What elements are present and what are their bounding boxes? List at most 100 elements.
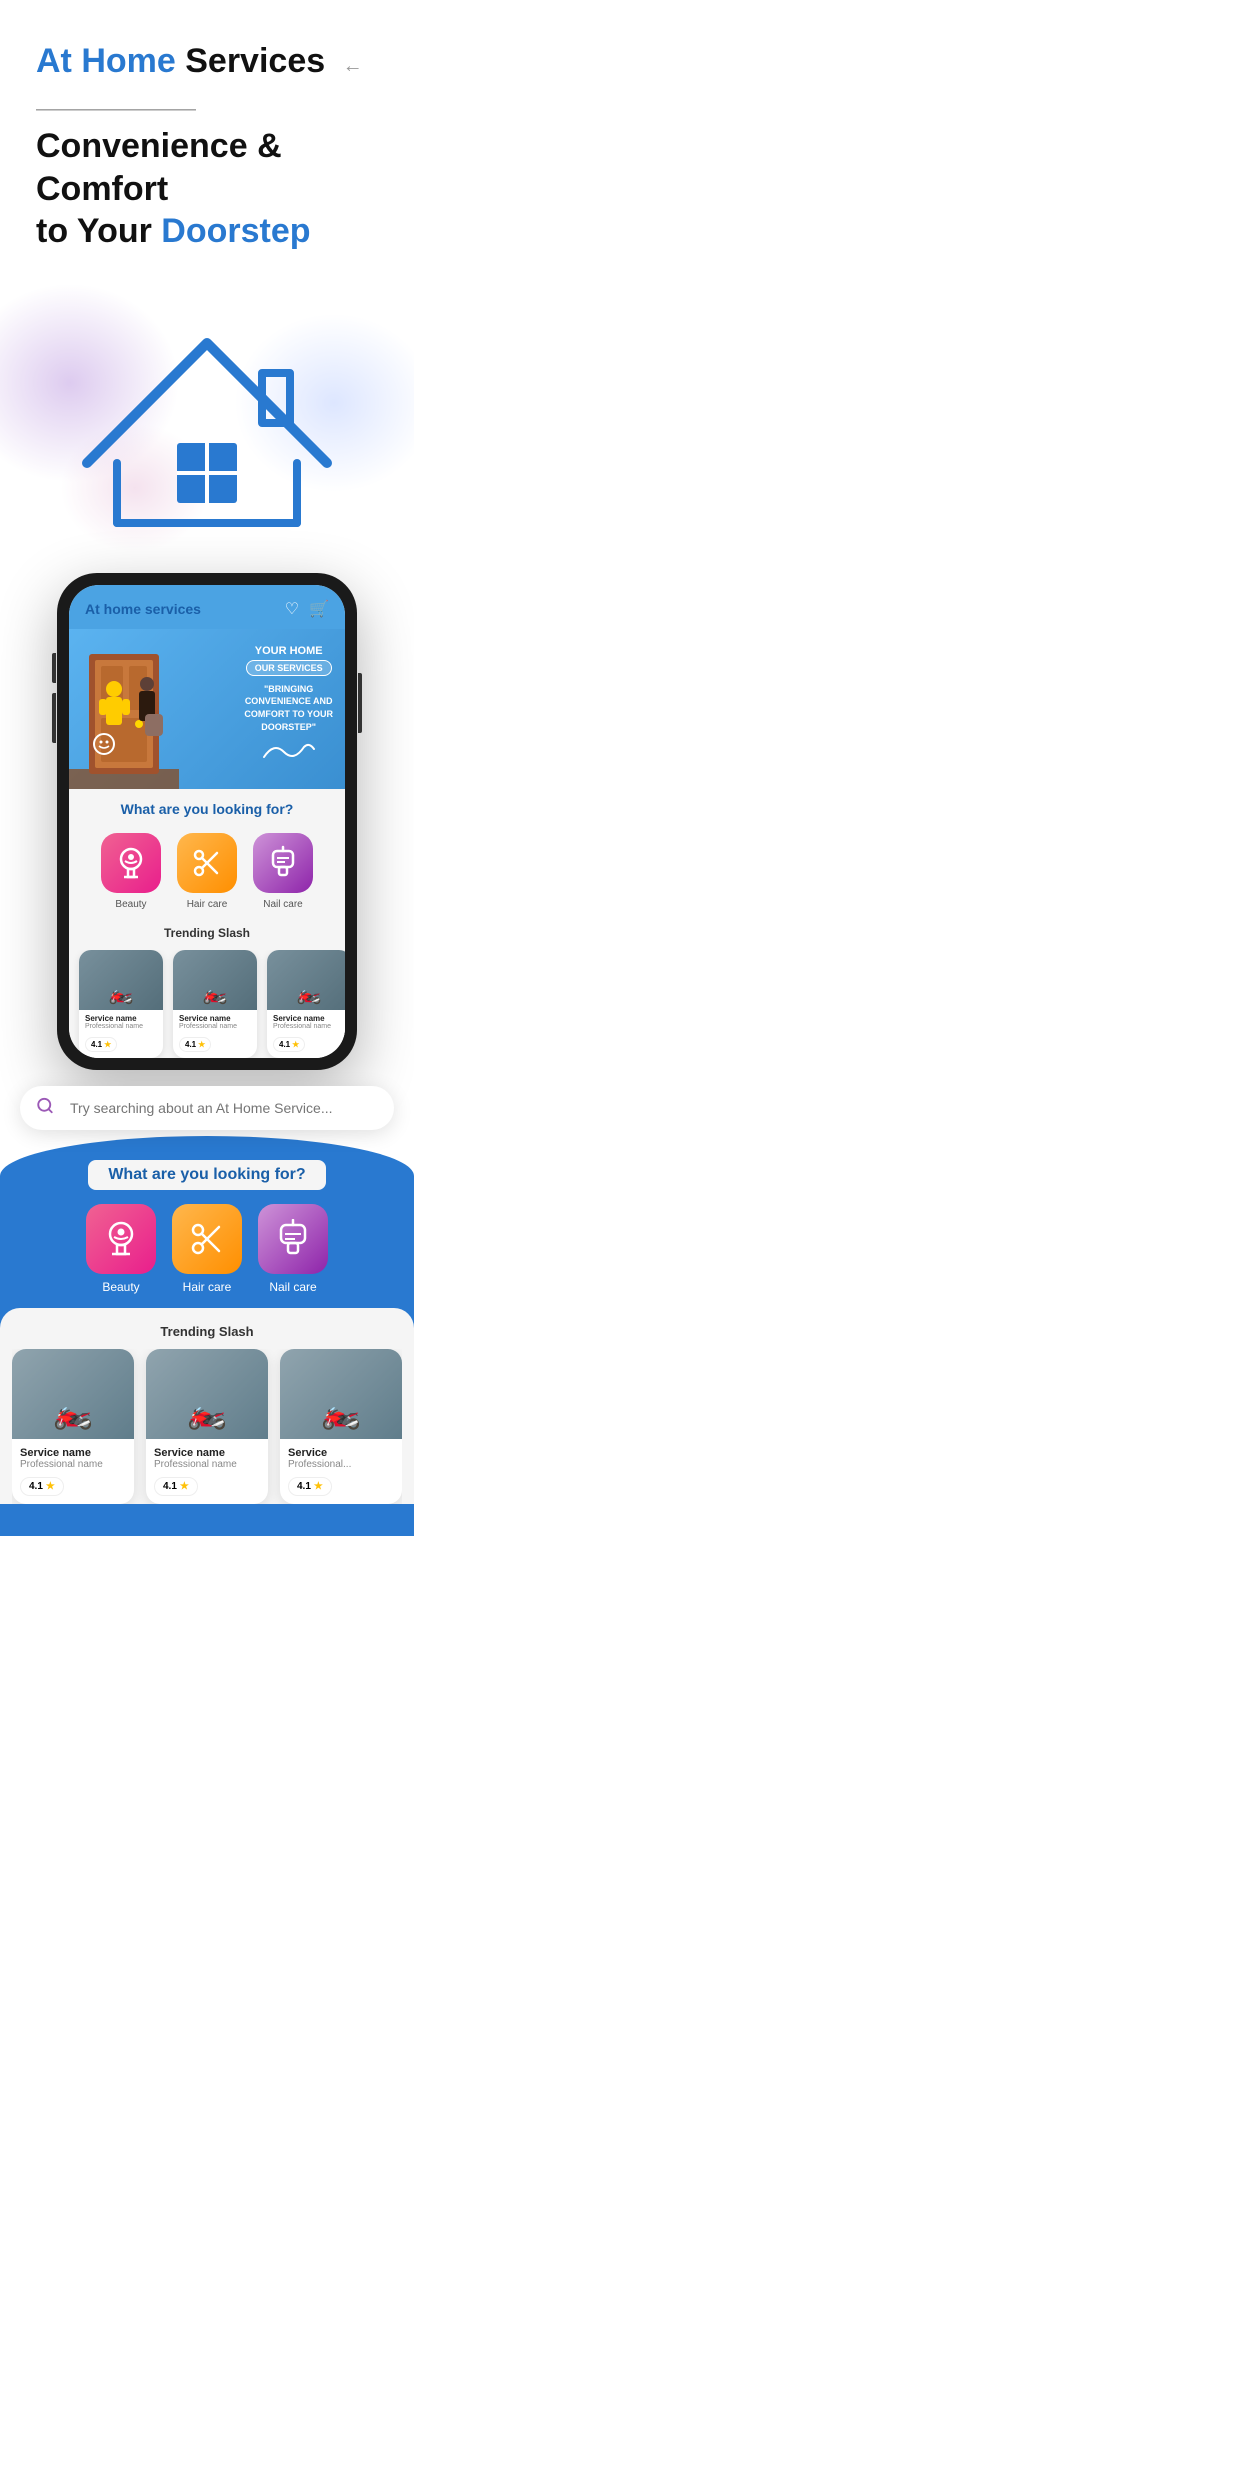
beauty-icon-box <box>101 833 161 893</box>
service-card-2[interactable]: Service name Professional name 4.1 ★ <box>173 950 257 1058</box>
our-services-text: OUR SERVICES <box>255 663 323 673</box>
cart-icon[interactable]: 🛒 <box>309 599 329 619</box>
service-card-info-2: Service name Professional name 4.1 ★ <box>173 1010 257 1058</box>
service-card-img-1 <box>79 950 163 1010</box>
full-card-name-1: Service name <box>20 1447 126 1459</box>
full-card-info-3: Service Professional... 4.1 ★ <box>280 1439 402 1504</box>
heart-icon[interactable]: ♡ <box>285 599 299 619</box>
full-cards-row: Service name Professional name 4.1 ★ Ser… <box>12 1349 402 1504</box>
trending-label: Trending Slash <box>69 926 345 940</box>
full-star-1: ★ <box>46 1481 55 1492</box>
your-home-text: YOUR HOME <box>244 645 333 657</box>
phone-side-left2 <box>52 693 56 743</box>
trending-section: Trending Slash Service name Professional… <box>0 1308 414 1504</box>
nail-icon-box <box>253 833 313 893</box>
search-icon <box>36 1096 54 1119</box>
hero-title-black3: to Your <box>36 212 161 250</box>
app-title: At home services <box>85 601 201 617</box>
hair-label: Hair care <box>187 899 228 910</box>
page-wrapper: At Home Services ←———————— Convenience &… <box>0 0 414 1536</box>
full-rating-1: 4.1 <box>29 1481 43 1492</box>
bottom-category-row: Beauty Hair care <box>0 1204 414 1294</box>
star-icon-3: ★ <box>292 1040 299 1049</box>
full-card-2[interactable]: Service name Professional name 4.1 ★ <box>146 1349 268 1504</box>
phone-section: At home services ♡ 🛒 <box>0 573 414 1070</box>
phone-screen: At home services ♡ 🛒 <box>69 585 345 1058</box>
phone-mockup: At home services ♡ 🛒 <box>57 573 357 1070</box>
search-section <box>0 1070 414 1146</box>
blob-area <box>0 273 414 593</box>
app-topbar-row: At home services ♡ 🛒 <box>85 599 329 629</box>
service-card-rating-3: 4.1 ★ <box>273 1037 305 1052</box>
bringing-text: "BRINGINGCONVENIENCE ANDCOMFORT TO YOURD… <box>244 683 333 733</box>
bottom-nail-label: Nail care <box>269 1280 316 1294</box>
app-topbar: At home services ♡ 🛒 <box>69 585 345 629</box>
service-card-1[interactable]: Service name Professional name 4.1 ★ <box>79 950 163 1058</box>
category-beauty[interactable]: Beauty <box>101 833 161 910</box>
app-banner: YOUR HOME OUR SERVICES "BRINGINGCONVENIE… <box>69 629 345 789</box>
phone-side-right <box>358 673 362 733</box>
hero-title-blue1: At Home <box>36 42 176 80</box>
bottom-hair-label: Hair care <box>183 1280 232 1294</box>
service-card-pro-3: Professional name <box>273 1023 345 1030</box>
full-star-3: ★ <box>314 1481 323 1492</box>
bottom-category-beauty[interactable]: Beauty <box>86 1204 156 1294</box>
hero-title-black1: Services <box>176 42 325 80</box>
service-card-img-2 <box>173 950 257 1010</box>
door-illustration <box>69 634 179 789</box>
full-card-1[interactable]: Service name Professional name 4.1 ★ <box>12 1349 134 1504</box>
bottom-beauty-box <box>86 1204 156 1274</box>
full-rating-3: 4.1 <box>297 1481 311 1492</box>
full-card-img-1 <box>12 1349 134 1439</box>
phone-side-left1 <box>52 653 56 683</box>
service-card-rating-1: 4.1 ★ <box>85 1037 117 1052</box>
bottom-looking-for: What are you looking for? <box>0 1160 414 1190</box>
bottom-looking-for-title: What are you looking for? <box>88 1160 325 1190</box>
full-card-badge-1: 4.1 ★ <box>20 1477 64 1496</box>
hero-section: At Home Services ←———————— Convenience &… <box>0 0 414 273</box>
hair-icon-box <box>177 833 237 893</box>
service-card-rating-2: 4.1 ★ <box>179 1037 211 1052</box>
service-card-3[interactable]: Service name Professional name 4.1 ★ <box>267 950 345 1058</box>
service-card-pro-2: Professional name <box>179 1023 251 1030</box>
full-card-name-2: Service name <box>154 1447 260 1459</box>
app-content-area: What are you looking for? <box>69 789 345 1058</box>
full-card-info-1: Service name Professional name 4.1 ★ <box>12 1439 134 1504</box>
category-haircare[interactable]: Hair care <box>177 833 237 910</box>
looking-for-title: What are you looking for? <box>69 801 345 817</box>
hero-title-black2: Convenience & Comfort <box>36 127 282 208</box>
service-card-img-3 <box>267 950 345 1010</box>
full-card-info-2: Service name Professional name 4.1 ★ <box>146 1439 268 1504</box>
trending-row-label: Trending Slash <box>12 1324 402 1339</box>
bottom-content-wrap: What are you looking for? Beauty <box>0 1160 414 1504</box>
full-card-badge-3: 4.1 ★ <box>288 1477 332 1496</box>
beauty-label: Beauty <box>115 899 146 910</box>
bottom-beauty-label: Beauty <box>102 1280 139 1294</box>
bottom-category-nail[interactable]: Nail care <box>258 1204 328 1294</box>
full-card-3[interactable]: Service Professional... 4.1 ★ <box>280 1349 402 1504</box>
nail-label: Nail care <box>263 899 302 910</box>
full-card-pro-1: Professional name <box>20 1459 126 1470</box>
house-illustration <box>77 303 337 543</box>
service-card-name-1: Service name <box>85 1014 157 1023</box>
bottom-hair-box <box>172 1204 242 1274</box>
service-card-pro-1: Professional name <box>85 1023 157 1030</box>
full-card-img-2 <box>146 1349 268 1439</box>
app-icons: ♡ 🛒 <box>285 599 329 619</box>
looking-for-section: What are you looking for? <box>69 801 345 817</box>
bottom-section: What are you looking for? Beauty <box>0 1136 414 1536</box>
our-services-bubble: OUR SERVICES <box>246 660 332 676</box>
service-cards-row: Service name Professional name 4.1 ★ <box>69 950 345 1058</box>
hero-title-blue2: Doorstep <box>161 212 310 250</box>
service-card-info-3: Service name Professional name 4.1 ★ <box>267 1010 345 1058</box>
search-input[interactable] <box>20 1086 394 1130</box>
category-nailcare[interactable]: Nail care <box>253 833 313 910</box>
rating-value-3: 4.1 <box>279 1040 290 1049</box>
star-icon-2: ★ <box>198 1040 205 1049</box>
full-card-pro-3: Professional... <box>288 1459 394 1470</box>
rating-value-2: 4.1 <box>185 1040 196 1049</box>
full-card-badge-2: 4.1 ★ <box>154 1477 198 1496</box>
search-wrapper <box>20 1086 394 1130</box>
rating-value-1: 4.1 <box>91 1040 102 1049</box>
bottom-category-hair[interactable]: Hair care <box>172 1204 242 1294</box>
